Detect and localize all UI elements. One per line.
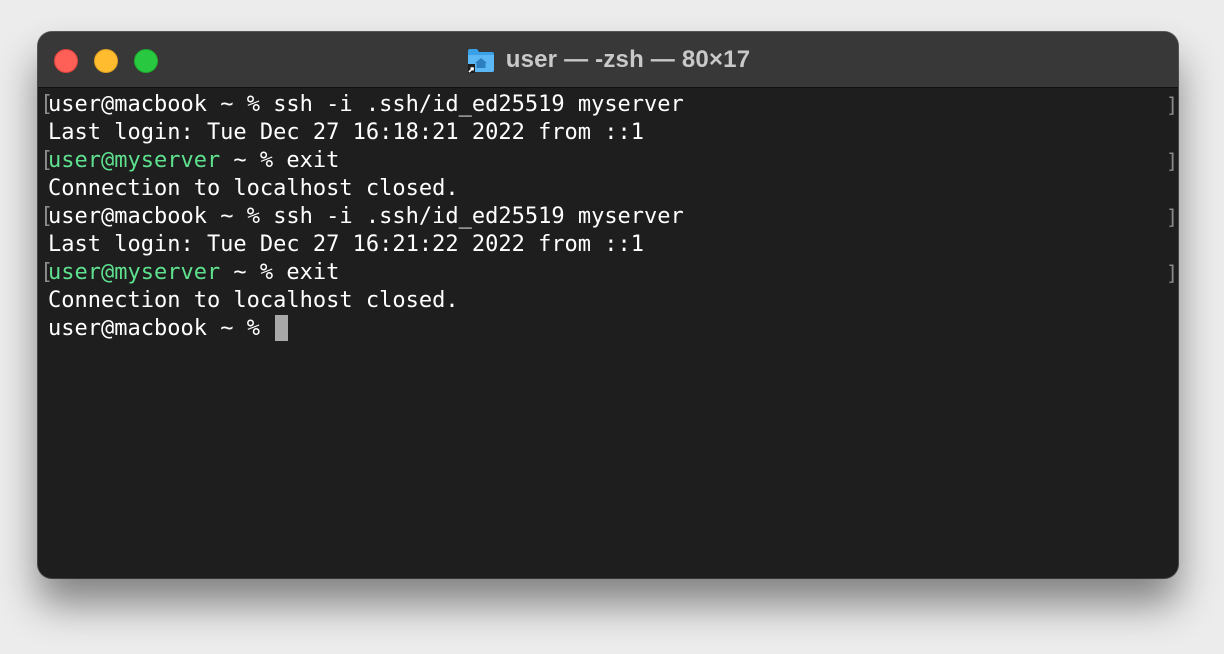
terminal-output[interactable]: [] user@macbook ~ % ssh -i .ssh/id_ed2551… [38,88,1178,578]
prompt-suffix: ~ % [220,260,287,285]
prompt-suffix: ~ % [206,204,274,229]
prompt-suffix: ~ % [206,92,274,117]
prompt-user: user@myserver [48,148,221,173]
text-cursor[interactable] [275,315,289,341]
window-titlebar[interactable]: user — -zsh — 80×17 [38,32,1178,88]
window-title-area: user — -zsh — 80×17 [38,32,1178,88]
prompt-user: user@macbook [48,316,207,341]
prompt-user: user@macbook [48,204,207,229]
output-line: Last login: Tue Dec 27 16:18:21 2022 fro… [48,120,645,145]
desktop-background: user — -zsh — 80×17 [] user@macbook ~ % s… [0,0,1224,654]
output-line: Connection to localhost closed. [48,176,459,201]
mark-bracket-right: ] [1166,149,1178,173]
prompt-line: user@macbook ~ % [48,315,289,343]
command-text: ssh -i .ssh/id_ed25519 myserver [273,92,684,117]
command-text: ssh -i .ssh/id_ed25519 myserver [273,204,684,229]
prompt-suffix: ~ % [220,148,287,173]
terminal-window[interactable]: user — -zsh — 80×17 [] user@macbook ~ % s… [38,32,1178,578]
mark-bracket-right: ] [1166,93,1178,117]
prompt-line: user@myserver ~ % exit [48,147,339,175]
command-text: exit [286,260,340,285]
mark-bracket-right: ] [1166,261,1178,285]
prompt-line: user@myserver ~ % exit [48,259,339,287]
window-title: user — -zsh — 80×17 [505,46,751,73]
command-text: exit [286,148,340,173]
output-line: Connection to localhost closed. [48,288,459,313]
output-line: Last login: Tue Dec 27 16:21:22 2022 fro… [48,232,645,257]
prompt-line: user@macbook ~ % ssh -i .ssh/id_ed25519 … [48,203,684,231]
prompt-user: user@macbook [48,92,207,117]
prompt-user: user@myserver [48,260,221,285]
prompt-suffix: ~ % [206,316,274,341]
home-folder-icon [466,46,496,74]
mark-bracket-right: ] [1166,205,1178,229]
prompt-line: user@macbook ~ % ssh -i .ssh/id_ed25519 … [48,91,684,119]
